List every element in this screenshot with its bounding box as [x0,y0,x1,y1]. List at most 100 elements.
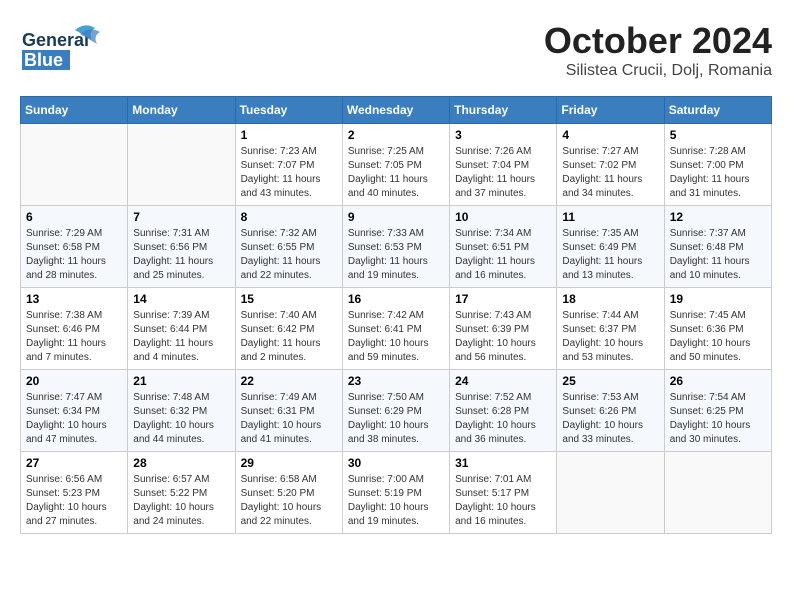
day-info: Sunrise: 6:56 AMSunset: 5:23 PMDaylight:… [26,473,122,529]
calendar-cell: 30Sunrise: 7:00 AMSunset: 5:19 PMDayligh… [342,452,449,534]
day-number: 16 [348,292,444,306]
calendar-cell: 19 Sunrise: 7:45 AMSunset: 6:36 PMDayligh… [664,288,771,370]
day-number: 13 [26,292,122,306]
calendar-cell: 20 Sunrise: 7:47 AMSunset: 6:34 PMDayligh… [21,370,128,452]
calendar-cell: 5 Sunrise: 7:28 AMSunset: 7:00 PMDaylight… [664,124,771,206]
day-number: 20 [26,374,122,388]
day-info: Sunrise: 7:52 AMSunset: 6:28 PMDaylight:… [455,391,551,447]
day-number: 28 [133,456,229,470]
week-row-3: 13 Sunrise: 7:38 AMSunset: 6:46 PMDayligh… [21,288,772,370]
day-info: Sunrise: 7:40 AMSunset: 6:42 PMDaylight:… [241,309,337,365]
weekday-header-thursday: Thursday [450,97,557,124]
day-number: 26 [670,374,766,388]
day-number: 2 [348,128,444,142]
day-number: 3 [455,128,551,142]
day-number: 6 [26,210,122,224]
calendar-cell: 10Sunrise: 7:34 AMSunset: 6:51 PMDayligh… [450,206,557,288]
week-row-4: 20 Sunrise: 7:47 AMSunset: 6:34 PMDayligh… [21,370,772,452]
calendar-cell: 1 Sunrise: 7:23 AMSunset: 7:07 PMDaylight… [235,124,342,206]
day-info: Sunrise: 7:27 AMSunset: 7:02 PMDaylight:… [562,145,658,201]
calendar-cell: 11 Sunrise: 7:35 AMSunset: 6:49 PMDayligh… [557,206,664,288]
page-header: General Blue October 2024 Silistea Cruci… [20,20,772,80]
week-row-5: 27Sunrise: 6:56 AMSunset: 5:23 PMDayligh… [21,452,772,534]
day-info: Sunrise: 7:26 AMSunset: 7:04 PMDaylight:… [455,145,551,201]
day-number: 21 [133,374,229,388]
calendar-cell [557,452,664,534]
day-number: 5 [670,128,766,142]
location: Silistea Crucii, Dolj, Romania [544,62,772,80]
calendar-cell: 7Sunrise: 7:31 AMSunset: 6:56 PMDaylight… [128,206,235,288]
day-number: 17 [455,292,551,306]
svg-text:Blue: Blue [24,50,63,70]
day-info: Sunrise: 7:31 AMSunset: 6:56 PMDaylight:… [133,227,229,283]
week-row-2: 6 Sunrise: 7:29 AMSunset: 6:58 PMDaylight… [21,206,772,288]
title-block: October 2024 Silistea Crucii, Dolj, Roma… [544,20,772,80]
day-number: 23 [348,374,444,388]
day-number: 24 [455,374,551,388]
calendar-cell: 6 Sunrise: 7:29 AMSunset: 6:58 PMDaylight… [21,206,128,288]
day-info: Sunrise: 7:29 AMSunset: 6:58 PMDaylight:… [26,227,122,283]
calendar-cell: 27Sunrise: 6:56 AMSunset: 5:23 PMDayligh… [21,452,128,534]
calendar-cell: 16 Sunrise: 7:42 AMSunset: 6:41 PMDayligh… [342,288,449,370]
day-info: Sunrise: 7:23 AMSunset: 7:07 PMDaylight:… [241,145,337,201]
calendar-cell: 26 Sunrise: 7:54 AMSunset: 6:25 PMDayligh… [664,370,771,452]
day-number: 19 [670,292,766,306]
svg-text:General: General [22,30,89,50]
calendar-cell [664,452,771,534]
day-info: Sunrise: 7:49 AMSunset: 6:31 PMDaylight:… [241,391,337,447]
calendar-cell: 23 Sunrise: 7:50 AMSunset: 6:29 PMDayligh… [342,370,449,452]
day-number: 18 [562,292,658,306]
calendar-cell [21,124,128,206]
day-info: Sunrise: 7:43 AMSunset: 6:39 PMDaylight:… [455,309,551,365]
weekday-header-tuesday: Tuesday [235,97,342,124]
day-info: Sunrise: 7:42 AMSunset: 6:41 PMDaylight:… [348,309,444,365]
day-info: Sunrise: 7:38 AMSunset: 6:46 PMDaylight:… [26,309,122,365]
day-info: Sunrise: 7:33 AMSunset: 6:53 PMDaylight:… [348,227,444,283]
week-row-1: 1 Sunrise: 7:23 AMSunset: 7:07 PMDaylight… [21,124,772,206]
day-info: Sunrise: 7:25 AMSunset: 7:05 PMDaylight:… [348,145,444,201]
day-info: Sunrise: 7:45 AMSunset: 6:36 PMDaylight:… [670,309,766,365]
weekday-header-sunday: Sunday [21,97,128,124]
weekday-header-monday: Monday [128,97,235,124]
logo-svg: General Blue [20,20,110,75]
day-number: 9 [348,210,444,224]
day-info: Sunrise: 7:53 AMSunset: 6:26 PMDaylight:… [562,391,658,447]
day-number: 4 [562,128,658,142]
weekday-header-row: SundayMondayTuesdayWednesdayThursdayFrid… [21,97,772,124]
day-info: Sunrise: 7:28 AMSunset: 7:00 PMDaylight:… [670,145,766,201]
calendar-cell: 24 Sunrise: 7:52 AMSunset: 6:28 PMDayligh… [450,370,557,452]
weekday-header-wednesday: Wednesday [342,97,449,124]
day-info: Sunrise: 7:50 AMSunset: 6:29 PMDaylight:… [348,391,444,447]
day-number: 30 [348,456,444,470]
calendar-cell: 14Sunrise: 7:39 AMSunset: 6:44 PMDayligh… [128,288,235,370]
calendar-cell: 13 Sunrise: 7:38 AMSunset: 6:46 PMDayligh… [21,288,128,370]
calendar-cell: 15 Sunrise: 7:40 AMSunset: 6:42 PMDayligh… [235,288,342,370]
day-info: Sunrise: 7:37 AMSunset: 6:48 PMDaylight:… [670,227,766,283]
calendar-cell: 3 Sunrise: 7:26 AMSunset: 7:04 PMDaylight… [450,124,557,206]
month-title: October 2024 [544,20,772,62]
day-number: 11 [562,210,658,224]
day-info: Sunrise: 7:54 AMSunset: 6:25 PMDaylight:… [670,391,766,447]
day-number: 31 [455,456,551,470]
calendar-cell: 12Sunrise: 7:37 AMSunset: 6:48 PMDayligh… [664,206,771,288]
day-info: Sunrise: 7:32 AMSunset: 6:55 PMDaylight:… [241,227,337,283]
logo: General Blue [20,20,110,75]
day-number: 14 [133,292,229,306]
day-info: Sunrise: 7:44 AMSunset: 6:37 PMDaylight:… [562,309,658,365]
day-number: 22 [241,374,337,388]
calendar-cell: 25 Sunrise: 7:53 AMSunset: 6:26 PMDayligh… [557,370,664,452]
day-info: Sunrise: 6:57 AMSunset: 5:22 PMDaylight:… [133,473,229,529]
calendar-cell: 31 Sunrise: 7:01 AMSunset: 5:17 PMDayligh… [450,452,557,534]
calendar-cell: 2 Sunrise: 7:25 AMSunset: 7:05 PMDaylight… [342,124,449,206]
day-info: Sunrise: 7:01 AMSunset: 5:17 PMDaylight:… [455,473,551,529]
day-number: 25 [562,374,658,388]
calendar-cell: 8Sunrise: 7:32 AMSunset: 6:55 PMDaylight… [235,206,342,288]
day-info: Sunrise: 7:47 AMSunset: 6:34 PMDaylight:… [26,391,122,447]
calendar-cell: 9 Sunrise: 7:33 AMSunset: 6:53 PMDaylight… [342,206,449,288]
day-number: 1 [241,128,337,142]
calendar-table: SundayMondayTuesdayWednesdayThursdayFrid… [20,96,772,534]
day-number: 15 [241,292,337,306]
calendar-cell [128,124,235,206]
calendar-cell: 18 Sunrise: 7:44 AMSunset: 6:37 PMDayligh… [557,288,664,370]
day-info: Sunrise: 7:35 AMSunset: 6:49 PMDaylight:… [562,227,658,283]
